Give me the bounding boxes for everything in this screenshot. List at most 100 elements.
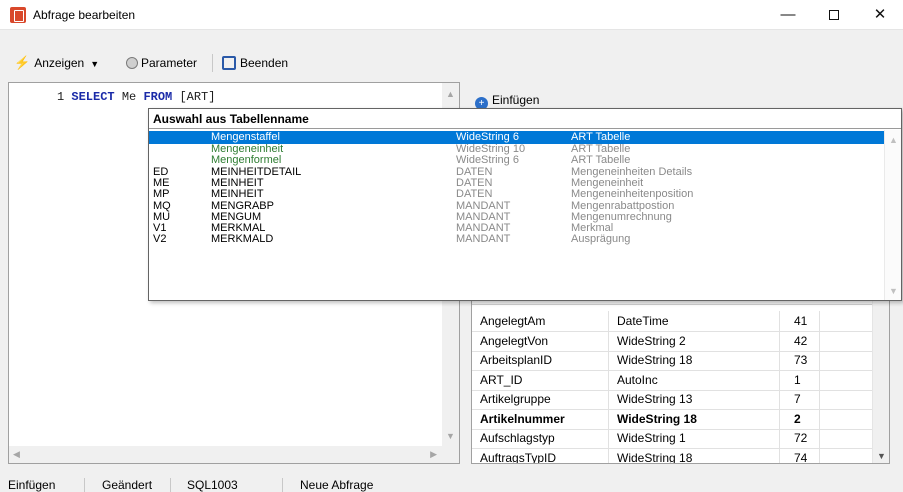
table-cell-num: 41 — [779, 311, 819, 332]
popup-item-type: WideString 6 — [456, 154, 519, 167]
popup-item-desc: Mengeneinheitenposition — [571, 188, 694, 201]
table-cell-type: WideString 1 — [608, 428, 786, 449]
scroll-down-icon[interactable]: ▼ — [446, 431, 455, 441]
anzeigen-label: Anzeigen — [34, 56, 85, 70]
table-cell-num: 7 — [779, 389, 819, 410]
popup-title: Auswahl aus Tabellenname — [149, 109, 901, 129]
anzeigen-button[interactable]: ⚡ Anzeigen ▼ — [14, 54, 99, 72]
status-separator — [84, 478, 85, 492]
scroll-left-icon[interactable]: ◀ — [13, 449, 20, 460]
parameter-label: Parameter — [141, 56, 198, 70]
parameter-icon — [126, 57, 138, 69]
table-cell-num: 73 — [779, 350, 819, 371]
table-row[interactable]: Aufschlagstyp WideString 1 72 — [472, 428, 874, 449]
line-number: 1 — [57, 90, 65, 104]
popup-item-name: MEINHEIT — [211, 188, 264, 201]
grid-vertical-scrollbar[interactable]: ▼ — [872, 287, 889, 463]
popup-item-name: MENGRABP — [211, 199, 274, 212]
chevron-down-icon[interactable]: ▼ — [90, 59, 99, 69]
keyword-from: FROM — [143, 90, 173, 104]
table-cell-empty — [819, 408, 874, 430]
minimize-button[interactable]: — — [765, 0, 811, 30]
table-row[interactable]: AngelegtVon WideString 2 42 — [472, 330, 874, 352]
status-bar: Einfügen Geändert SQL1003 Neue Abfrage — [0, 478, 903, 492]
table-row[interactable]: ArbeitsplanID WideString 18 73 — [472, 350, 874, 371]
table-cell-num: 42 — [779, 330, 819, 352]
table-cell-field: ART_ID — [480, 372, 523, 387]
table-cell-field: AngelegtVon — [480, 333, 549, 348]
table-cell-empty — [819, 447, 874, 463]
table-cell-field: Artikelnummer — [480, 411, 565, 426]
popup-item-desc: Mengeneinheiten Details — [571, 165, 693, 178]
status-query-name: Neue Abfrage — [300, 478, 374, 492]
autocomplete-popup: Auswahl aus Tabellenname Mengenstaffel Wi… — [148, 108, 902, 301]
popup-item[interactable]: V2 MERKMALD MANDANT Ausprägung — [149, 234, 884, 245]
popup-item-desc: Ausprägung — [571, 233, 631, 246]
editor-horizontal-scrollbar[interactable]: ◀ ▶ — [9, 446, 459, 463]
popup-item-name: MERKMALD — [211, 233, 274, 246]
table-cell-type: WideString 18 — [608, 350, 786, 371]
table-cell-field: AngelegtAm — [480, 314, 546, 328]
table-cell-empty — [819, 389, 874, 410]
popup-item-type: MANDANT — [456, 199, 511, 212]
table-cell-num: 72 — [779, 428, 819, 449]
window-title: Abfrage bearbeiten — [33, 8, 136, 22]
scroll-up-icon[interactable]: ▲ — [446, 89, 455, 99]
table-cell-field: Artikelgruppe — [480, 392, 551, 406]
editor-line-1[interactable]: 1 SELECT Me FROM [ART] — [57, 90, 215, 104]
table-cell-empty — [819, 428, 874, 449]
popup-item-code: MP — [153, 188, 170, 201]
app-icon — [10, 7, 26, 23]
popup-list: Mengenstaffel WideString 6 ART Tabelle Meng… — [149, 130, 884, 300]
table-cell-type: WideString 18 — [608, 408, 786, 430]
maximize-icon — [829, 10, 839, 21]
status-separator — [170, 478, 171, 492]
toolbar-separator — [212, 54, 213, 72]
popup-item[interactable]: ED MEINHEITDETAIL DATEN Mengeneinheiten Det… — [149, 165, 884, 178]
editor-text-me: Me — [114, 90, 137, 104]
toolbar: ⚡ Anzeigen ▼ Parameter Beenden — [0, 50, 903, 76]
table-cell-type: WideString 13 — [608, 389, 786, 410]
close-button[interactable]: ✕ — [857, 0, 903, 30]
table-cell-empty — [819, 350, 874, 371]
maximize-button[interactable] — [811, 0, 857, 30]
beenden-label: Beenden — [240, 56, 289, 70]
table-row[interactable]: ART_ID AutoInc 1 — [472, 369, 874, 391]
popup-item[interactable]: Mengenformel WideString 6 ART Tabelle — [149, 155, 884, 166]
keyword-select: SELECT — [71, 90, 115, 104]
scroll-up-icon[interactable]: ▲ — [889, 135, 898, 145]
table-row[interactable]: Artikelnummer WideString 18 2 — [472, 408, 874, 430]
lightning-icon: ⚡ — [14, 55, 31, 70]
table-cell-num: 1 — [779, 369, 819, 391]
table-cell-type: WideString 18 — [608, 447, 786, 463]
parameter-button[interactable]: Parameter — [126, 54, 197, 72]
table-cell-num: 2 — [779, 408, 819, 430]
popup-vertical-scrollbar[interactable]: ▲ ▼ — [884, 130, 901, 300]
table-row[interactable]: Artikelgruppe WideString 13 7 — [472, 389, 874, 410]
status-query-id: SQL1003 — [187, 478, 238, 492]
editor-text-table: [ART] — [172, 90, 216, 104]
table-cell-type: WideString 2 — [608, 330, 786, 352]
popup-item[interactable]: MQ MENGRABP MANDANT Mengenrabattpostion — [149, 199, 884, 212]
table-cell-num: 74 — [779, 447, 819, 463]
table-row[interactable]: AuftragsTypID WideString 18 74 — [472, 447, 874, 463]
exit-icon — [222, 56, 236, 70]
field-grid[interactable]: AngelegtAm DateTime 41 AngelegtVon WideStrin… — [471, 286, 890, 464]
popup-item-code: ED — [153, 165, 169, 178]
popup-item-type: DATEN — [456, 165, 493, 178]
status-separator — [282, 478, 283, 492]
scroll-right-icon[interactable]: ▶ — [430, 449, 437, 460]
beenden-button[interactable]: Beenden — [222, 54, 288, 72]
scroll-down-icon[interactable]: ▼ — [877, 451, 886, 461]
popup-item-type: MANDANT — [456, 233, 511, 246]
scroll-down-icon[interactable]: ▼ — [889, 286, 898, 296]
status-modified: Geändert — [102, 478, 153, 492]
table-cell-type: DateTime — [608, 311, 786, 332]
table-row[interactable]: AngelegtAm DateTime 41 — [472, 311, 874, 332]
table-cell-field: ArbeitsplanID — [480, 353, 553, 367]
popup-item[interactable]: MP MEINHEIT DATEN Mengeneinheitenposition — [149, 189, 884, 200]
status-mode: Einfügen — [8, 478, 56, 492]
table-cell-empty — [819, 369, 874, 391]
table-cell-type: AutoInc — [608, 369, 786, 391]
popup-item-desc: Mengenrabattpostion — [571, 199, 675, 212]
